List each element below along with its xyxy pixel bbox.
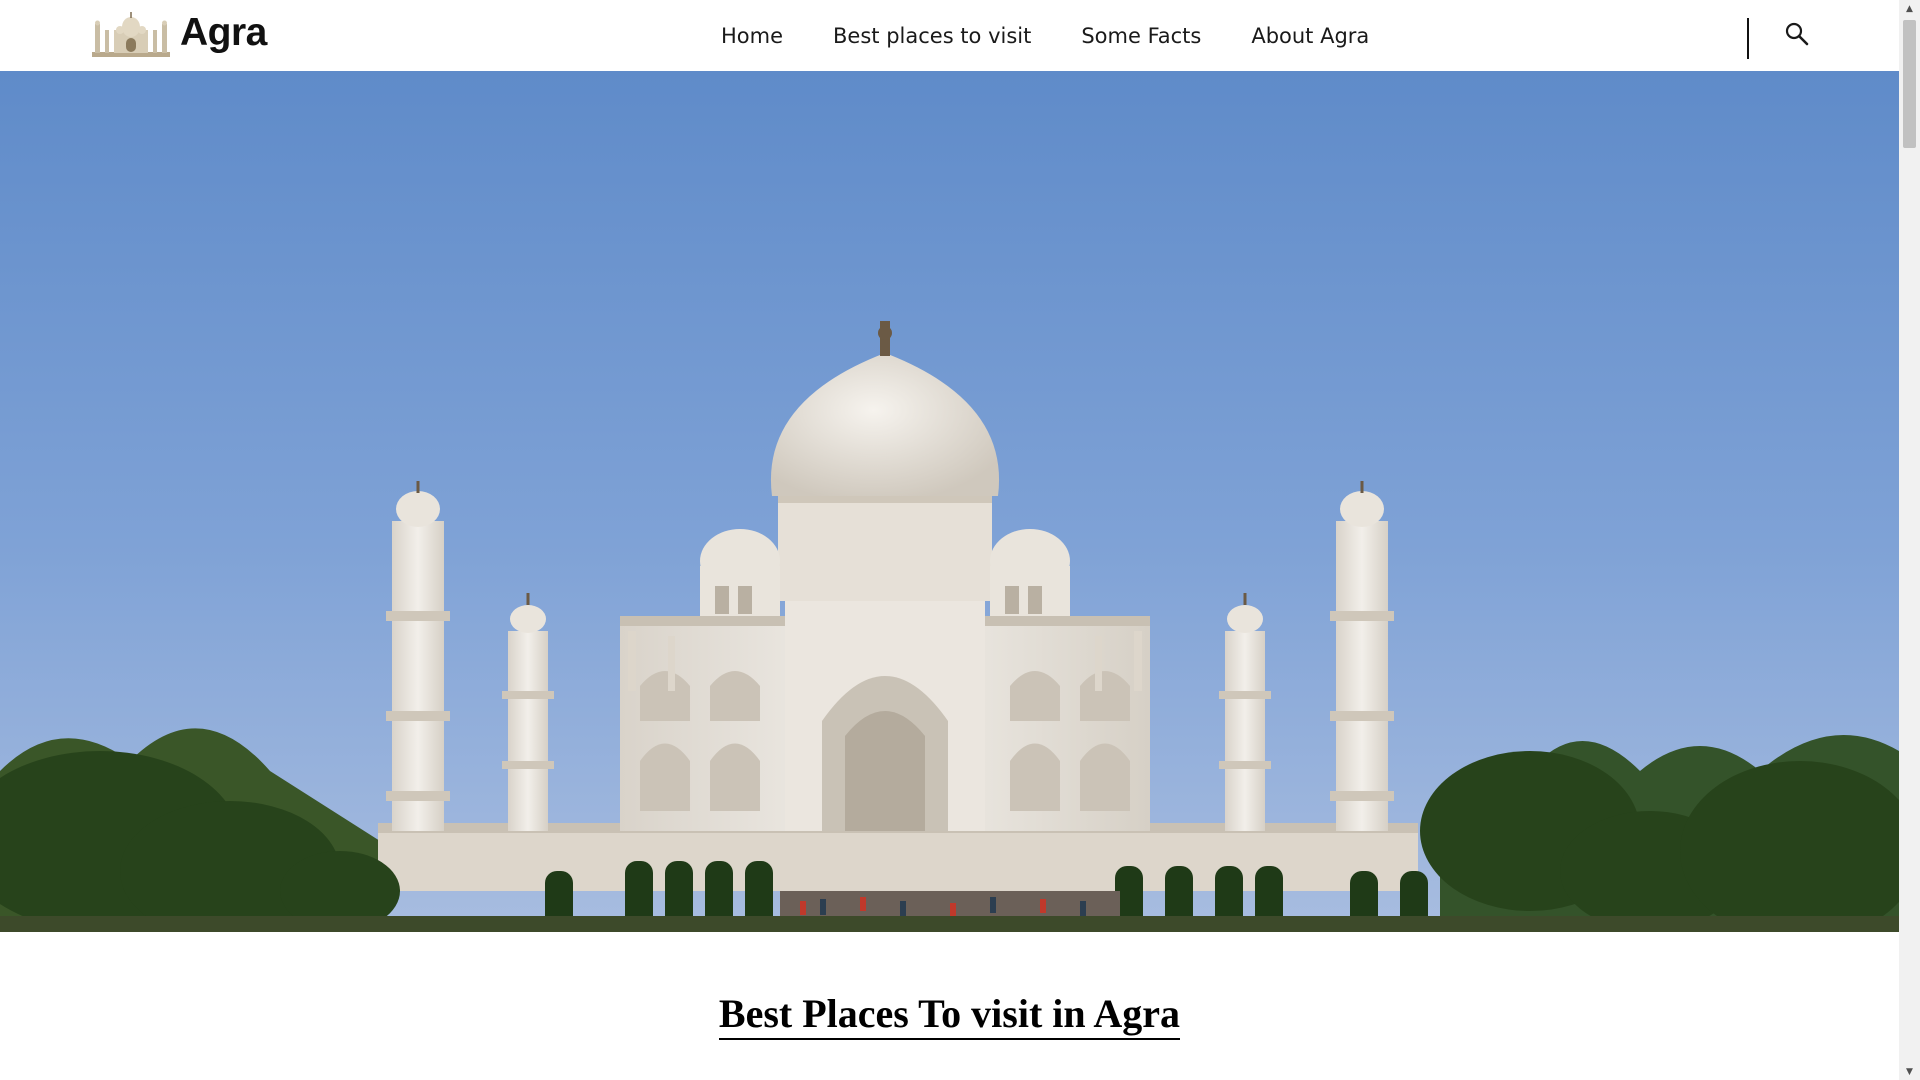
section-heading: Best Places To visit in Agra <box>718 992 1181 1040</box>
section-heading-wrapper: Best Places To visit in Agra <box>0 992 1899 1040</box>
scroll-down-arrow-icon[interactable]: ▼ <box>1899 1063 1920 1080</box>
nav-link-best-places[interactable]: Best places to visit <box>833 24 1031 48</box>
taj-mahal-logo-icon <box>92 12 170 57</box>
nav-link-home[interactable]: Home <box>721 24 783 48</box>
taj-mahal-photo <box>0 71 1899 932</box>
nav-divider <box>1747 18 1749 59</box>
brand[interactable]: Agra <box>90 8 267 58</box>
scrollbar-thumb[interactable] <box>1903 20 1916 148</box>
hero-image <box>0 71 1899 932</box>
scroll-up-arrow-icon[interactable]: ▲ <box>1899 0 1920 17</box>
search-icon <box>1785 22 1809 46</box>
main-nav: Home Best places to visit Some Facts Abo… <box>721 0 1419 71</box>
brand-name: Agra <box>180 11 267 54</box>
search-button[interactable] <box>1783 20 1811 48</box>
nav-link-about-agra[interactable]: About Agra <box>1251 24 1369 48</box>
top-navbar: Agra Home Best places to visit Some Fact… <box>0 0 1899 71</box>
nav-link-some-facts[interactable]: Some Facts <box>1081 24 1201 48</box>
vertical-scrollbar[interactable]: ▲ ▼ <box>1899 0 1920 1080</box>
